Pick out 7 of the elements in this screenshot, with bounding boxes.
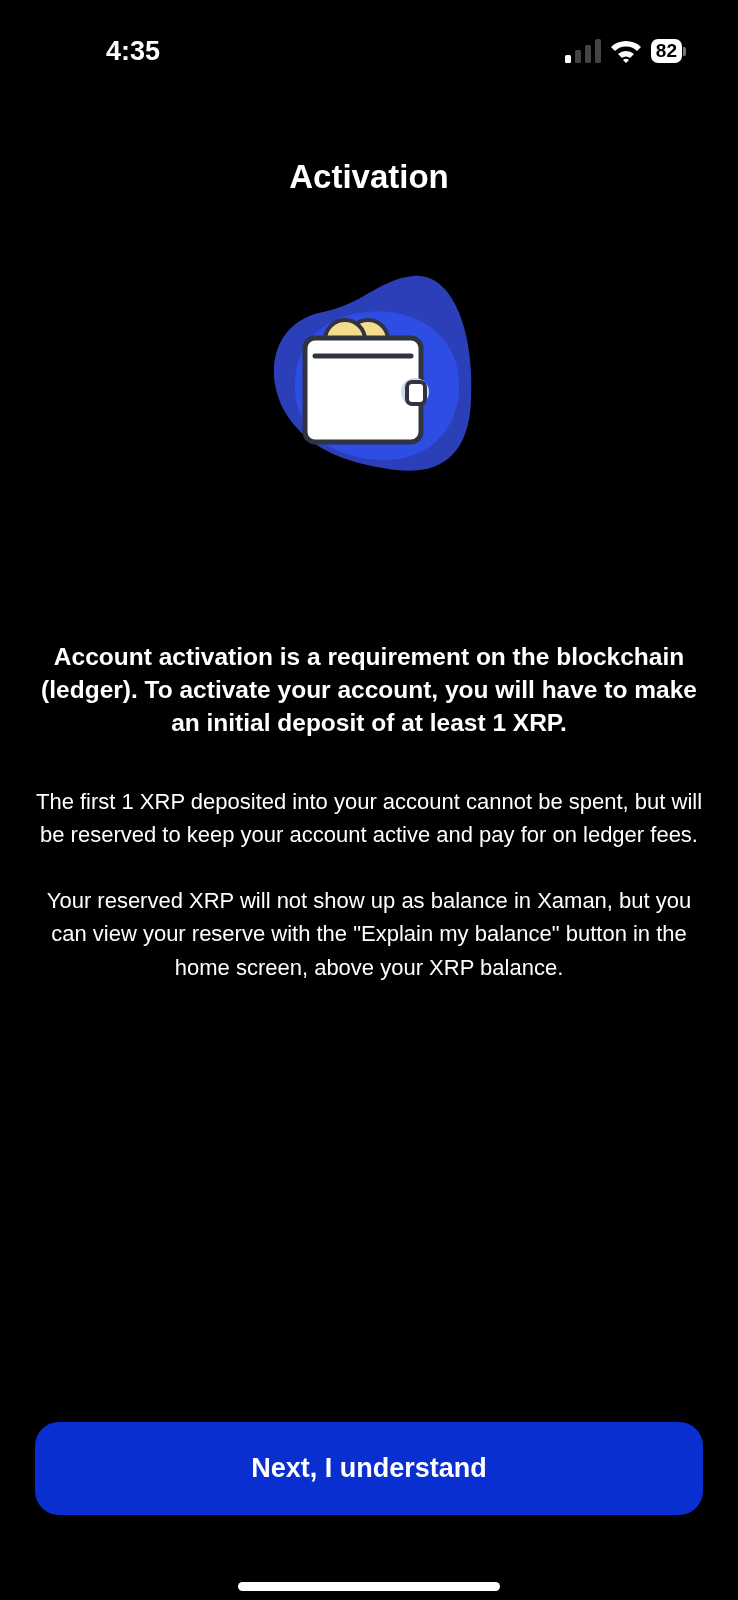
body-paragraph: Your reserved XRP will not show up as balance in Xaman, but you can view your reserve with the "Explain my balance" button in the home screen, above your XRP balance. <box>45 886 693 982</box>
intro-text: Account activation is a requirement on the blockchain (ledger). To activate your account, you will have to make an initial deposit of at least 1 XRP. <box>40 641 698 738</box>
status-time: 4:35 <box>106 34 161 68</box>
next-button[interactable]: Next, I understand <box>35 1422 703 1515</box>
signal-icon <box>564 39 601 63</box>
screen-title: Activation <box>288 157 450 197</box>
body-paragraph: The first 1 XRP deposited into your account cannot be spent, but will be reserved to keep your account active and pay for on ledger fees. <box>34 787 704 849</box>
